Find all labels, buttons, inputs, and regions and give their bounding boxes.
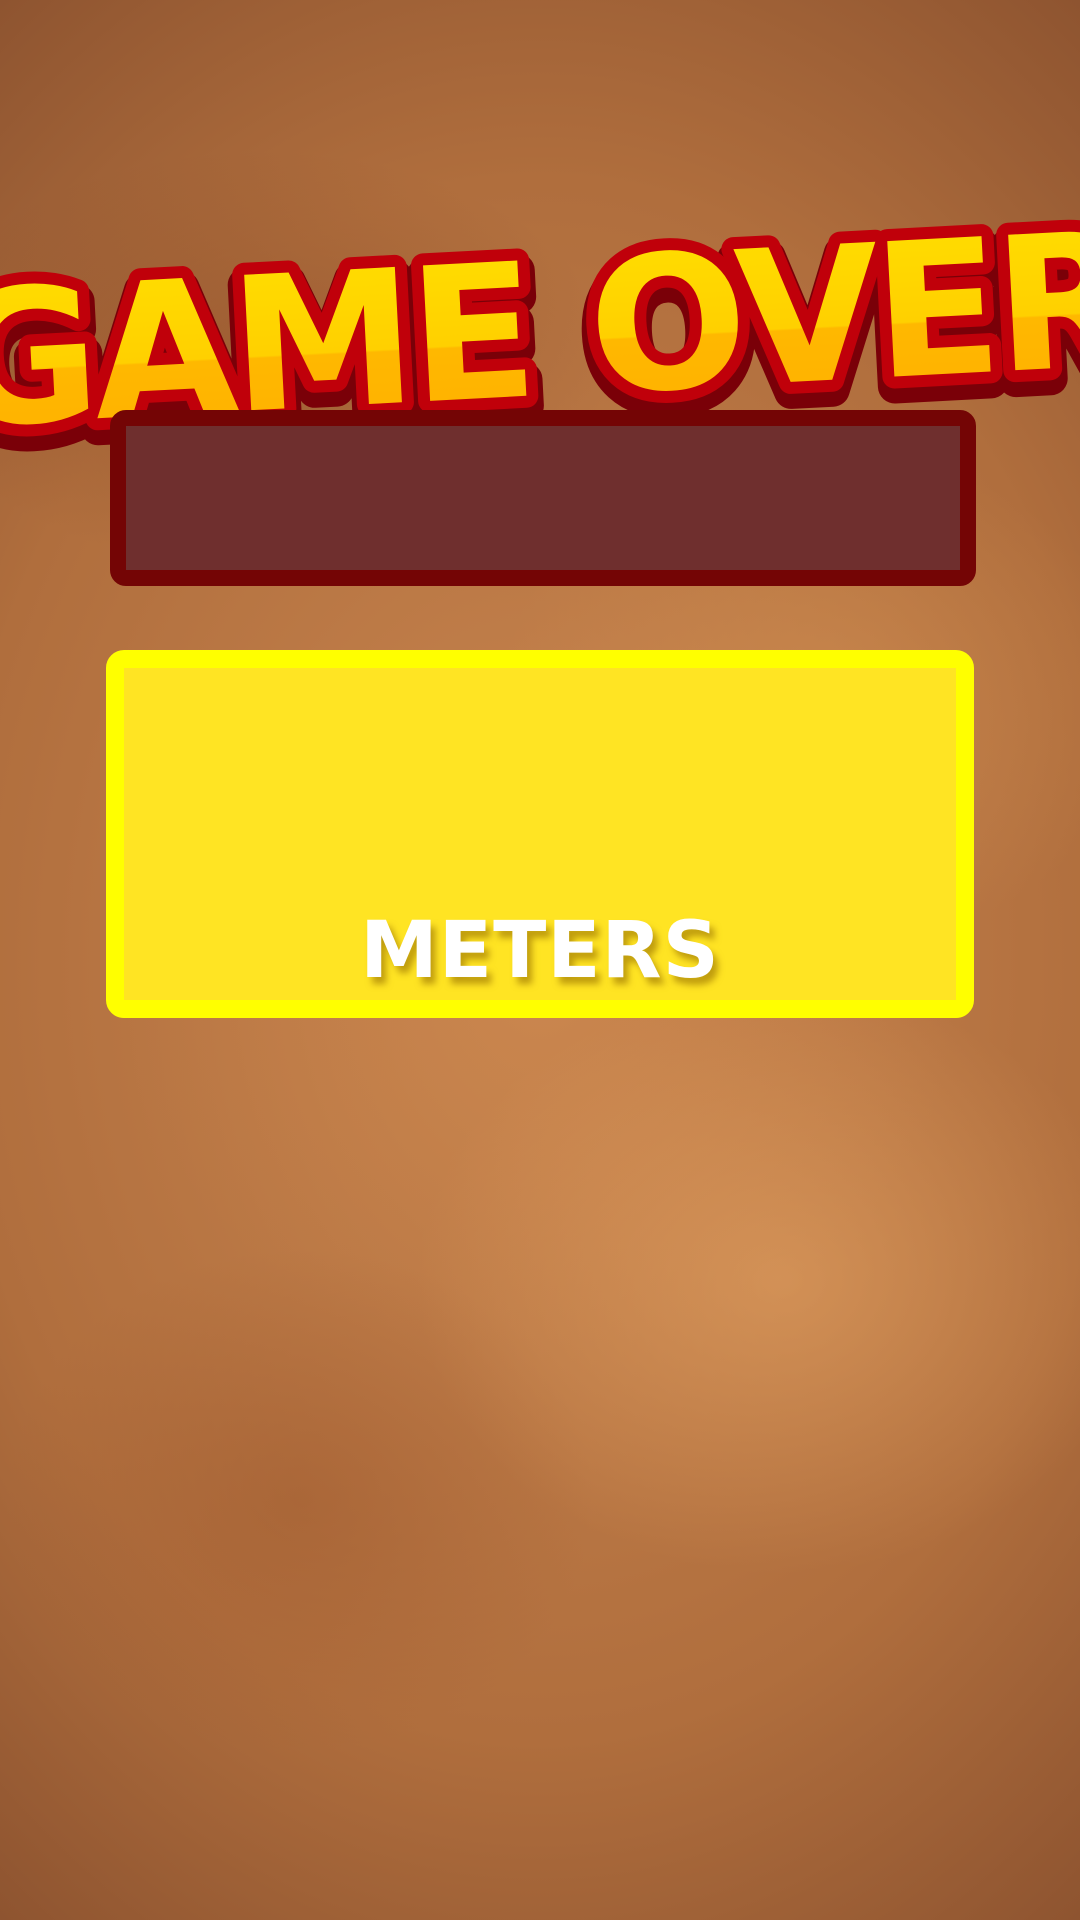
- game-over-screen: GAME OVER GAME OVER GAME OVER METERS: [0, 0, 1080, 1920]
- title-banner: [110, 410, 976, 586]
- distance-unit-label: METERS: [360, 906, 720, 996]
- score-panel: METERS: [106, 650, 974, 1018]
